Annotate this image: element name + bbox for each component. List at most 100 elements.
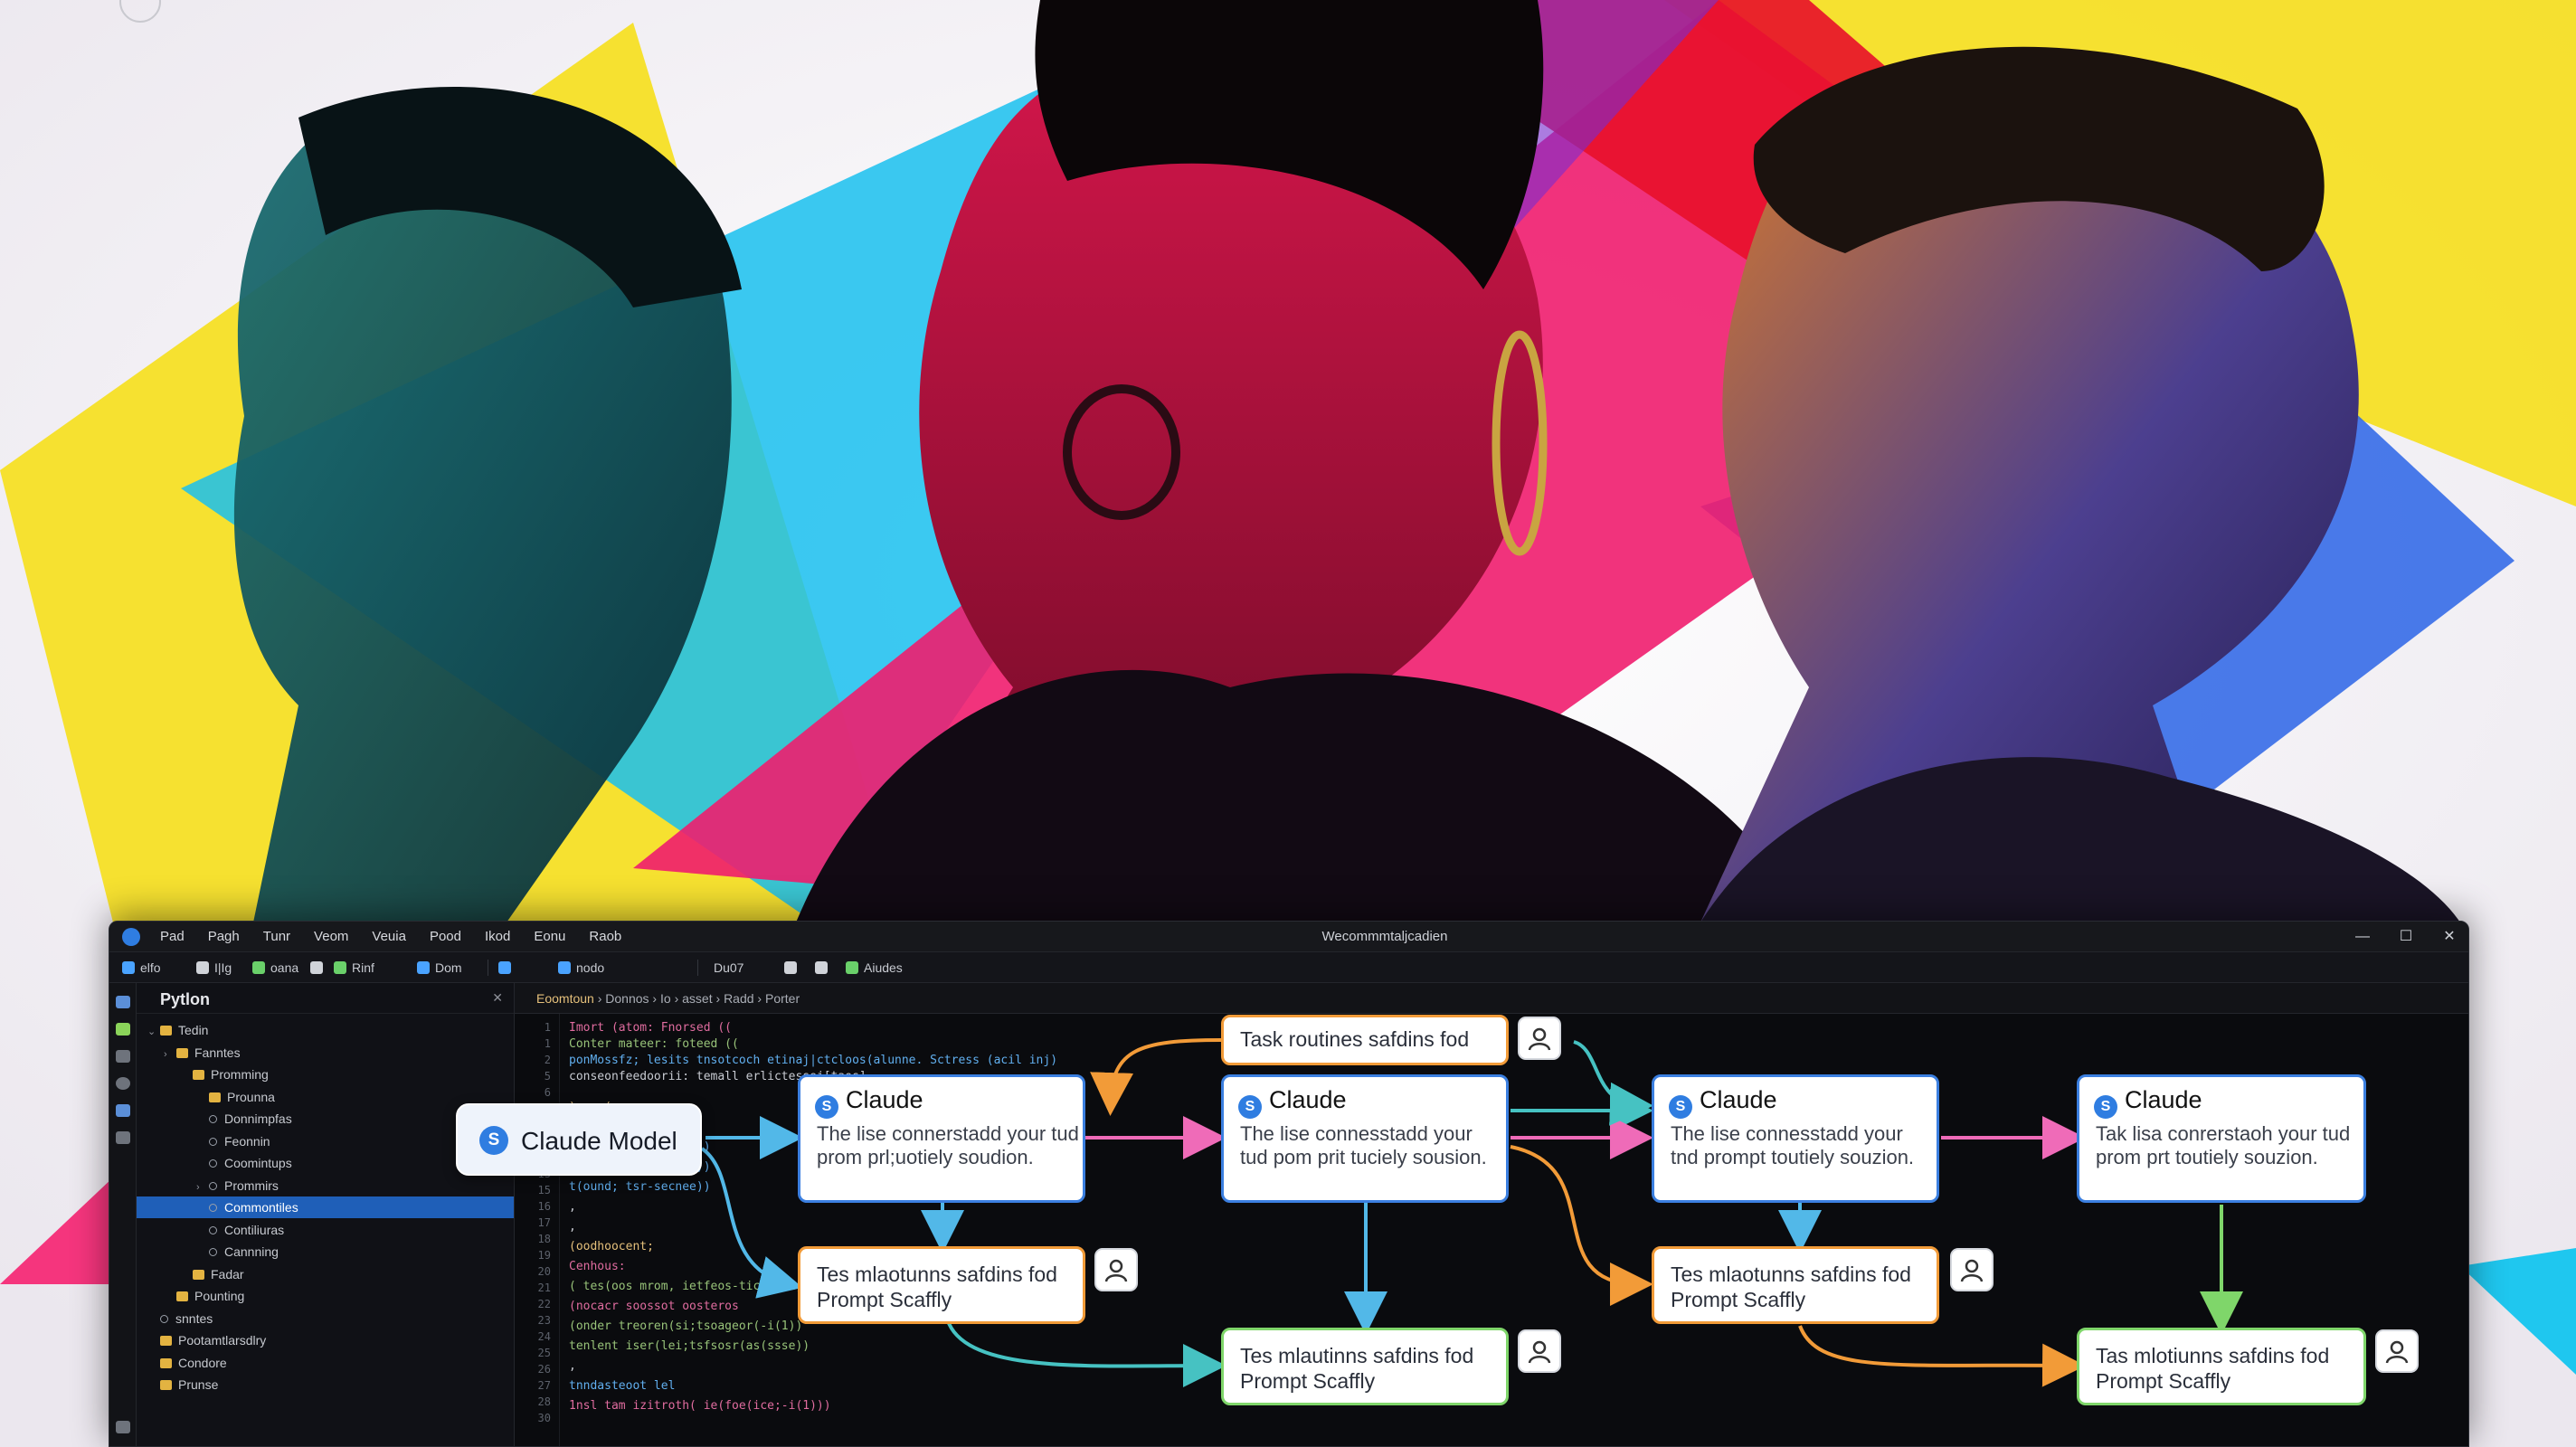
toolbar-expand-button[interactable] [815,959,833,977]
user-assign-button[interactable] [2375,1329,2419,1373]
menu-item[interactable]: Veom [314,929,348,944]
toolbar-grid-button[interactable] [784,959,802,977]
breadcrumb-item[interactable]: asset [682,991,712,1006]
code-line: t(ound; tsr-secnee)) [569,1180,711,1194]
task-node-4[interactable]: Tas mlotiunns safdins fod Prompt Scaffly [2077,1328,2366,1405]
tree-item[interactable]: Pounting [137,1285,514,1307]
task-node-text: Tes mlaotunns safdins fod Prompt Scaffly [1671,1263,1911,1311]
toolbar-find-button[interactable]: Rinf [334,959,374,977]
minimize-button[interactable]: — [2342,925,2383,949]
tree-item[interactable]: Commontiles [137,1196,514,1218]
toolbar-cut-button[interactable] [310,959,328,977]
tree-item[interactable]: snntes [137,1308,514,1329]
breadcrumb-item[interactable]: Io [660,991,671,1006]
folder-icon [176,1291,188,1301]
files-icon[interactable] [116,996,130,1008]
settings-icon[interactable] [116,1421,130,1433]
claude-model-node[interactable]: S Claude Model [456,1103,702,1176]
line-number: 1 [544,1021,551,1034]
tree-item[interactable]: Fadar [137,1263,514,1285]
tree-item[interactable]: Contiliuras [137,1219,514,1241]
task-node-3[interactable]: Tes mlaotunns safdins fod Prompt Scaffly [1652,1246,1939,1324]
toolbar-label: Aiudes [864,960,903,975]
menu-item[interactable]: Tunr [263,929,290,944]
user-icon [2385,1340,2409,1364]
menu-item[interactable]: Eonu [534,929,565,944]
tree-item[interactable]: Cannning [137,1241,514,1263]
tree-item[interactable]: Promming [137,1064,514,1085]
tree-item-label: Pootamtlarsdlry [178,1333,267,1348]
line-number: 25 [537,1347,551,1359]
users-icon[interactable] [116,1131,130,1144]
tree-item[interactable]: › Prommirs [137,1175,514,1196]
claude-node-1[interactable]: S Claude The lise connerstadd your tud pr… [798,1074,1085,1203]
toolbar-text-button[interactable]: Du07 [714,959,743,977]
breadcrumb-item[interactable]: Radd [724,991,753,1006]
menu-bar: Pad Pagh Tunr Veom Veuia Pood Ikod Eonu … [160,929,621,944]
menu-item[interactable]: Ikod [485,929,510,944]
activity-rail [109,983,137,1446]
breadcrumb-item[interactable]: Donnos [605,991,649,1006]
breadcrumb-item[interactable]: Eoomtoun [536,991,594,1006]
menu-item[interactable]: Raob [589,929,621,944]
node-body: The lise connesstadd your tud pom prit t… [1240,1122,1487,1168]
search-icon[interactable] [116,1077,130,1090]
task-node-1[interactable]: Tes mlaotunns safdins fod Prompt Scaffly [798,1246,1085,1324]
claude-logo-icon: S [479,1126,508,1155]
tree-item-label: Prounna [227,1089,275,1104]
user-assign-button[interactable] [1950,1248,1994,1291]
menu-item[interactable]: Pagh [208,929,240,944]
tree-item[interactable]: Condore [137,1352,514,1374]
tree-item[interactable]: Prounna [137,1086,514,1108]
user-assign-button[interactable] [1518,1329,1561,1373]
tree-caret-icon[interactable]: › [164,1044,176,1065]
menu-item[interactable]: Veuia [372,929,406,944]
claude-node-4[interactable]: S Claude Tak lisa conrerstaoh your tud pr… [2077,1074,2366,1203]
user-icon [1960,1259,1984,1282]
user-assign-button[interactable] [1094,1248,1138,1291]
toolbar-columns-button[interactable]: oana [252,959,298,977]
user-assign-button[interactable] [1518,1017,1561,1060]
check-icon [334,961,346,974]
menu-item[interactable]: Pood [430,929,461,944]
menu-item[interactable]: Pad [160,929,185,944]
claude-node-2[interactable]: S Claude The lise connesstadd your tud po… [1221,1074,1509,1203]
task-node-2[interactable]: Tes mlautinns safdins fod Prompt Scaffly [1221,1328,1509,1405]
claude-node-3[interactable]: S Claude The lise connesstadd your tnd pr… [1652,1074,1939,1203]
breadcrumb-item[interactable]: Porter [765,991,800,1006]
toolbar-dom-button[interactable]: Dom [417,959,462,977]
line-number: 5 [544,1070,551,1083]
box-icon [417,961,430,974]
tree-item[interactable]: › Fanntes [137,1042,514,1064]
node-title-text: Claude [846,1086,923,1113]
task-node-routines[interactable]: Task routines safdins fod [1221,1015,1509,1065]
extensions-icon[interactable] [116,1104,130,1117]
cloud-icon[interactable] [116,1023,130,1036]
tree-item-label: Coomintups [224,1156,292,1170]
toolbar-label: Rinf [352,960,374,975]
toolbar-label: Du07 [714,960,744,975]
plus-icon [122,961,135,974]
toolbar-square-button[interactable] [498,959,516,977]
maximize-button[interactable]: ☐ [2385,925,2427,949]
toolbar-new-button[interactable]: elfo [122,959,161,977]
line-number: 2 [544,1054,551,1066]
node-title: S Claude [1669,1086,1777,1119]
line-number: 30 [537,1412,551,1424]
tree-item-label: Prommirs [224,1177,279,1193]
toolbar-audit-button[interactable]: Aiudes [846,959,903,977]
close-icon[interactable]: ✕ [492,990,503,1006]
toolbar-node-button[interactable]: nodo [558,959,604,977]
breadcrumb-separator: › [753,991,765,1006]
code-line: , [569,1200,576,1214]
tree-item[interactable]: ⌄ Tedin [137,1019,514,1041]
layers-icon[interactable] [116,1050,130,1063]
toolbar-run-button[interactable]: I|Ig [196,959,232,977]
title-bar: Pad Pagh Tunr Veom Veuia Pood Ikod Eonu … [109,922,2468,952]
tree-caret-icon[interactable]: › [196,1177,209,1198]
close-button[interactable]: ✕ [2429,925,2468,949]
tree-caret-icon[interactable]: ⌄ [147,1021,160,1043]
tree-item[interactable]: Prunse [137,1374,514,1395]
line-number: 18 [537,1233,551,1245]
tree-item[interactable]: Pootamtlarsdlry [137,1329,514,1351]
